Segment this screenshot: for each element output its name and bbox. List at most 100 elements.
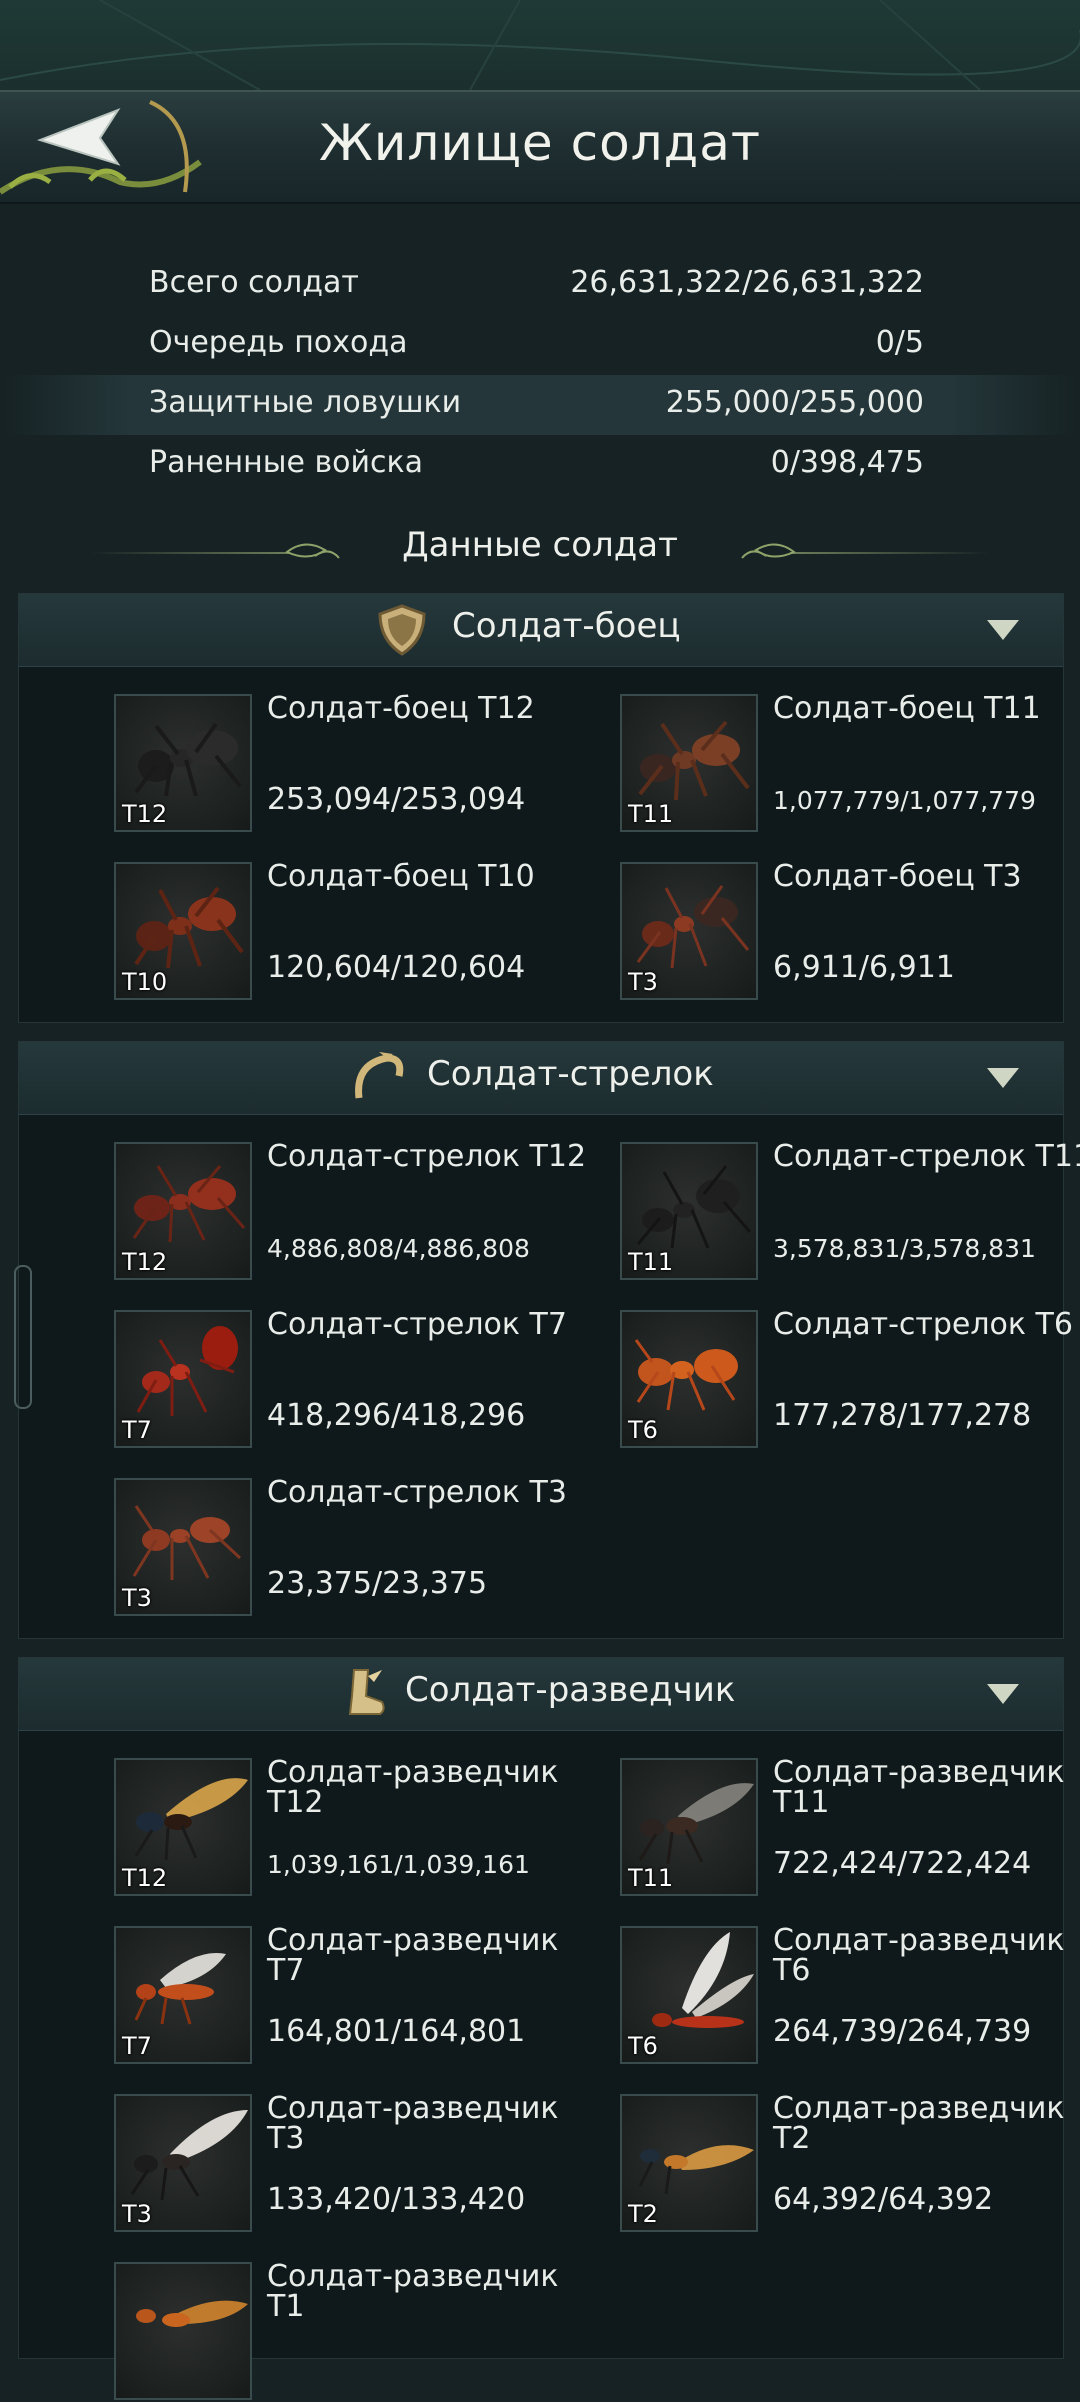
unit-card[interactable]: Солдат-разведчик T1 [114, 2262, 584, 2402]
tier-badge: T11 [628, 1248, 674, 1276]
chevron-down-icon[interactable] [987, 1684, 1019, 1704]
unit-name: Солдат-разведчик T1 [267, 2259, 559, 2324]
section-fighters: Солдат-боец T12 Солдат-боец T12 253,094/… [18, 593, 1064, 1023]
unit-portrait: T12 [114, 1142, 252, 1280]
chevron-down-icon[interactable] [987, 1068, 1019, 1088]
unit-name: Солдат-стрелок T3 [267, 1475, 567, 1510]
unit-count: 253,094/253,094 [267, 782, 526, 817]
unit-card[interactable]: T3 Солдат-боец T3 6,911/6,911 [620, 862, 1080, 1002]
unit-count: 120,604/120,604 [267, 950, 526, 985]
unit-portrait: T7 [114, 1926, 252, 2064]
unit-card[interactable]: T7 Солдат-разведчик T7 164,801/164,801 [114, 1926, 584, 2066]
summary-panel: Всего солдат 26,631,322/26,631,322 Очере… [0, 255, 1080, 495]
unit-card[interactable]: T2 Солдат-разведчик T2 64,392/64,392 [620, 2094, 1080, 2234]
unit-count: 64,392/64,392 [773, 2182, 994, 2217]
section-title: Солдат-стрелок [427, 1054, 714, 1094]
unit-portrait: T11 [620, 1758, 758, 1896]
unit-card[interactable]: T12 Солдат-стрелок T12 4,886,808/4,886,8… [114, 1139, 587, 1282]
unit-count: 1,039,161/1,039,161 [267, 1850, 530, 1879]
tier-badge: T10 [122, 968, 168, 996]
summary-label: Раненные войска [149, 445, 423, 480]
unit-portrait: T10 [114, 862, 252, 1000]
tier-badge: T2 [628, 2200, 658, 2228]
section-header-scouts[interactable]: Солдат-разведчик [19, 1658, 1063, 1731]
unit-name: Солдат-разведчик T2 [773, 2091, 1065, 2156]
section-header-fighters[interactable]: Солдат-боец [19, 594, 1063, 667]
unit-name: Солдат-боец T12 [267, 691, 535, 726]
unit-card[interactable]: T12 Солдат-боец T12 253,094/253,094 [114, 694, 584, 834]
unit-name: Солдат-разведчик T3 [267, 2091, 559, 2156]
summary-label: Всего солдат [149, 265, 359, 300]
unit-card[interactable]: T11 Солдат-разведчик T11 722,424/722,424 [620, 1758, 1080, 1898]
summary-row: Защитные ловушки 255,000/255,000 [0, 375, 1080, 435]
winged-ant-icon [136, 2300, 248, 2327]
unit-card[interactable]: T11 Солдат-стрелок T11 3,578,831/3,578,8… [620, 1142, 1080, 1282]
unit-count: 133,420/133,420 [267, 2182, 526, 2217]
unit-count: 1,077,779/1,077,779 [773, 786, 1036, 815]
unit-name: Солдат-стрелок T7 [267, 1307, 567, 1342]
summary-row: Очередь похода 0/5 [0, 315, 1080, 375]
unit-portrait: T11 [620, 1142, 758, 1280]
tier-badge: T3 [122, 2200, 152, 2228]
unit-card[interactable]: T3 Солдат-разведчик T3 133,420/133,420 [114, 2094, 584, 2234]
unit-portrait: T11 [620, 694, 758, 832]
unit-name: Солдат-боец T10 [267, 859, 535, 894]
summary-value: 255,000/255,000 [665, 385, 924, 420]
tier-badge: T12 [122, 1248, 168, 1276]
unit-name: Солдат-боец T3 [773, 859, 1022, 894]
unit-portrait: T12 [114, 1758, 252, 1896]
unit-card[interactable]: T3 Солдат-стрелок T3 23,375/23,375 [114, 1478, 584, 1618]
tier-badge: T6 [628, 1416, 658, 1444]
tier-badge: T3 [628, 968, 658, 996]
unit-portrait: T6 [620, 1310, 758, 1448]
unit-portrait: T7 [114, 1310, 252, 1448]
tier-badge: T6 [628, 2032, 658, 2060]
summary-value: 0/398,475 [770, 445, 924, 480]
tier-badge: T11 [628, 1864, 674, 1892]
summary-label: Очередь похода [149, 325, 408, 360]
unit-card[interactable]: T7 Солдат-стрелок T7 418,296/418,296 [114, 1310, 584, 1450]
unit-portrait: T3 [114, 1478, 252, 1616]
section-header-archers[interactable]: Солдат-стрелок [19, 1042, 1063, 1115]
unit-count: 6,911/6,911 [773, 950, 955, 985]
unit-portrait: T3 [114, 2094, 252, 2232]
unit-name: Солдат-стрелок T12 [267, 1139, 587, 1174]
summary-value: 0/5 [875, 325, 924, 360]
unit-name: Солдат-разведчик T11 [773, 1755, 1065, 1820]
tier-badge: T12 [122, 1864, 168, 1892]
tier-badge: T11 [628, 800, 674, 828]
tier-badge: T12 [122, 800, 168, 828]
unit-name: Солдат-стрелок T6 [773, 1307, 1073, 1342]
summary-row: Всего солдат 26,631,322/26,631,322 [0, 255, 1080, 315]
unit-count: 264,739/264,739 [773, 2014, 1032, 2049]
page-title: Жилище солдат [319, 114, 761, 172]
section-archers: Солдат-стрелок T12 Солдат-стрелок T12 4,… [18, 1041, 1080, 1639]
unit-count: 722,424/722,424 [773, 1846, 1032, 1881]
soldier-data-title: Данные солдат [402, 525, 678, 565]
unit-count: 418,296/418,296 [267, 1398, 526, 1433]
summary-row: Раненные войска 0/398,475 [0, 435, 1080, 495]
boot-icon [348, 1669, 385, 1715]
unit-count: 164,801/164,801 [267, 2014, 526, 2049]
tier-badge: T3 [122, 1584, 152, 1612]
section-scouts: Солдат-разведчик T12 Солдат-разведчик T1… [18, 1657, 1065, 2400]
unit-count: 3,578,831/3,578,831 [773, 1234, 1036, 1263]
unit-card[interactable]: T12 Солдат-разведчик T12 1,039,161/1,039… [114, 1758, 584, 1898]
unit-name: Солдат-разведчик T7 [267, 1923, 559, 1988]
unit-portrait [114, 2262, 252, 2400]
unit-portrait: T6 [620, 1926, 758, 2064]
bow-icon [355, 1052, 404, 1099]
summary-label: Защитные ловушки [149, 385, 462, 420]
unit-count: 23,375/23,375 [267, 1566, 488, 1601]
unit-portrait: T2 [620, 2094, 758, 2232]
unit-card[interactable]: T10 Солдат-боец T10 120,604/120,604 [114, 862, 584, 1002]
unit-count: 177,278/177,278 [773, 1398, 1032, 1433]
unit-name: Солдат-боец T11 [773, 691, 1041, 726]
section-title: Солдат-боец [452, 606, 681, 646]
scroll-handle[interactable] [14, 1265, 32, 1409]
unit-name: Солдат-стрелок T11 [773, 1139, 1080, 1174]
unit-card[interactable]: T6 Солдат-разведчик T6 264,739/264,739 [620, 1926, 1080, 2066]
unit-card[interactable]: T6 Солдат-стрелок T6 177,278/177,278 [620, 1310, 1080, 1450]
unit-card[interactable]: T11 Солдат-боец T11 1,077,779/1,077,779 [620, 694, 1080, 834]
chevron-down-icon[interactable] [987, 620, 1019, 640]
